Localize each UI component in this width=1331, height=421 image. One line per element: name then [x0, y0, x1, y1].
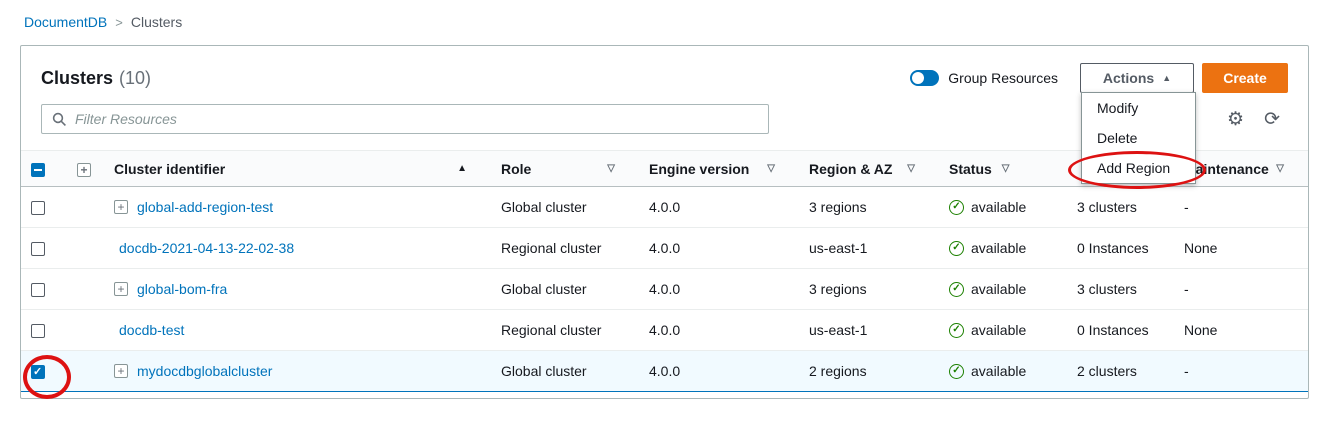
status-badge: available [971, 240, 1026, 256]
filter-resources-box[interactable] [41, 104, 769, 134]
documentdb-console-page: DocumentDB > Clusters Clusters (10) Grou… [0, 0, 1331, 421]
filter-resources-input[interactable] [75, 111, 758, 127]
cluster-link[interactable]: mydocdbglobalcluster [137, 363, 272, 379]
column-header-status[interactable]: Status [949, 161, 992, 177]
refresh-icon[interactable]: ⟳ [1264, 110, 1280, 129]
page-title: Clusters [41, 68, 113, 89]
cell-region-az: 3 regions [799, 187, 939, 228]
cell-role: Regional cluster [491, 228, 639, 269]
breadcrumb-separator-icon: > [115, 15, 123, 30]
expand-row-icon[interactable]: + [114, 364, 128, 378]
cell-size: 3 clusters [1067, 187, 1174, 228]
cell-maintenance: None [1174, 228, 1308, 269]
cell-engine-version: 4.0.0 [639, 187, 799, 228]
group-resources-label: Group Resources [948, 70, 1058, 86]
cell-maintenance: - [1174, 187, 1308, 228]
actions-button-label: Actions [1103, 70, 1154, 86]
table-tools: ⚙ ⟳ [1227, 110, 1288, 129]
select-all-checkbox[interactable] [31, 163, 45, 177]
table-row: + global-bom-fra Global cluster 4.0.0 3 r… [21, 269, 1308, 310]
column-header-engine-version[interactable]: Engine version [649, 161, 749, 177]
table-row: docdb-2021-04-13-22-02-38 Regional clust… [21, 228, 1308, 269]
breadcrumb-documentdb-link[interactable]: DocumentDB [24, 14, 107, 30]
status-badge: available [971, 281, 1026, 297]
menu-item-add-region[interactable]: Add Region [1082, 153, 1195, 183]
filter-dropdown-icon[interactable]: ▽ [907, 163, 915, 174]
cluster-count: (10) [119, 68, 151, 89]
filter-dropdown-icon[interactable]: ▽ [767, 163, 775, 174]
expand-row-icon[interactable]: + [114, 200, 128, 214]
settings-gear-icon[interactable]: ⚙ [1227, 110, 1244, 129]
cell-maintenance: None [1174, 310, 1308, 351]
search-icon [52, 112, 67, 127]
cell-maintenance: - [1174, 351, 1308, 392]
cell-region-az: 2 regions [799, 351, 939, 392]
status-badge: available [971, 363, 1026, 379]
row-checkbox[interactable] [31, 283, 45, 297]
cell-role: Global cluster [491, 269, 639, 310]
clusters-table: + Cluster identifier ▲ Role ▽ Engine versi… [21, 150, 1308, 392]
cell-maintenance: - [1174, 269, 1308, 310]
menu-item-delete[interactable]: Delete [1082, 123, 1195, 153]
table-row: docdb-test Regional cluster 4.0.0 us-eas… [21, 310, 1308, 351]
cell-size: 2 clusters [1067, 351, 1174, 392]
cell-size: 3 clusters [1067, 269, 1174, 310]
cluster-link[interactable]: global-bom-fra [137, 281, 227, 297]
cell-engine-version: 4.0.0 [639, 269, 799, 310]
menu-item-modify[interactable]: Modify [1082, 93, 1195, 123]
column-header-maintenance[interactable]: Maintenance [1184, 161, 1269, 177]
cell-role: Global cluster [491, 351, 639, 392]
breadcrumb: DocumentDB > Clusters [24, 14, 182, 30]
cell-role: Regional cluster [491, 310, 639, 351]
cell-region-az: 3 regions [799, 269, 939, 310]
status-available-icon: ✓ [949, 282, 964, 297]
sort-ascending-icon[interactable]: ▲ [457, 163, 467, 174]
status-badge: available [971, 199, 1026, 215]
cluster-link[interactable]: docdb-2021-04-13-22-02-38 [119, 240, 294, 256]
cell-size: 0 Instances [1067, 310, 1174, 351]
cell-role: Global cluster [491, 187, 639, 228]
expand-row-icon[interactable]: + [114, 282, 128, 296]
column-header-cluster-identifier[interactable]: Cluster identifier [114, 161, 225, 177]
row-checkbox[interactable] [31, 201, 45, 215]
group-resources-toggle[interactable] [910, 70, 939, 86]
cell-size: 0 Instances [1067, 228, 1174, 269]
table-row: + global-add-region-test Global cluster 4… [21, 187, 1308, 228]
status-available-icon: ✓ [949, 364, 964, 379]
create-button[interactable]: Create [1202, 63, 1288, 93]
expand-all-icon[interactable]: + [77, 163, 91, 177]
status-available-icon: ✓ [949, 323, 964, 338]
row-checkbox[interactable] [31, 324, 45, 338]
cell-engine-version: 4.0.0 [639, 351, 799, 392]
table-row-selected: + mydocdbglobalcluster Global cluster 4.0… [21, 351, 1308, 392]
filter-dropdown-icon[interactable]: ▽ [607, 163, 615, 174]
row-checkbox[interactable] [31, 242, 45, 256]
header-controls: Group Resources Actions ▲ Create [910, 63, 1288, 93]
column-header-region-az[interactable]: Region & AZ [809, 161, 892, 177]
panel-header: Clusters (10) Group Resources Actions ▲ … [21, 46, 1308, 94]
cell-engine-version: 4.0.0 [639, 228, 799, 269]
actions-button[interactable]: Actions ▲ [1080, 63, 1194, 93]
status-badge: available [971, 322, 1026, 338]
status-available-icon: ✓ [949, 241, 964, 256]
cell-region-az: us-east-1 [799, 310, 939, 351]
filter-dropdown-icon[interactable]: ▽ [1276, 163, 1284, 174]
row-checkbox-checked[interactable] [31, 365, 45, 379]
breadcrumb-clusters: Clusters [131, 14, 182, 30]
status-available-icon: ✓ [949, 200, 964, 215]
cell-region-az: us-east-1 [799, 228, 939, 269]
cell-engine-version: 4.0.0 [639, 310, 799, 351]
chevron-up-icon: ▲ [1162, 74, 1171, 83]
cluster-link[interactable]: docdb-test [119, 322, 184, 338]
actions-dropdown-menu: Modify Delete Add Region [1081, 92, 1196, 184]
column-header-role[interactable]: Role [501, 161, 531, 177]
toggle-knob [912, 72, 924, 84]
filter-dropdown-icon[interactable]: ▽ [1002, 163, 1010, 174]
cluster-link[interactable]: global-add-region-test [137, 199, 273, 215]
